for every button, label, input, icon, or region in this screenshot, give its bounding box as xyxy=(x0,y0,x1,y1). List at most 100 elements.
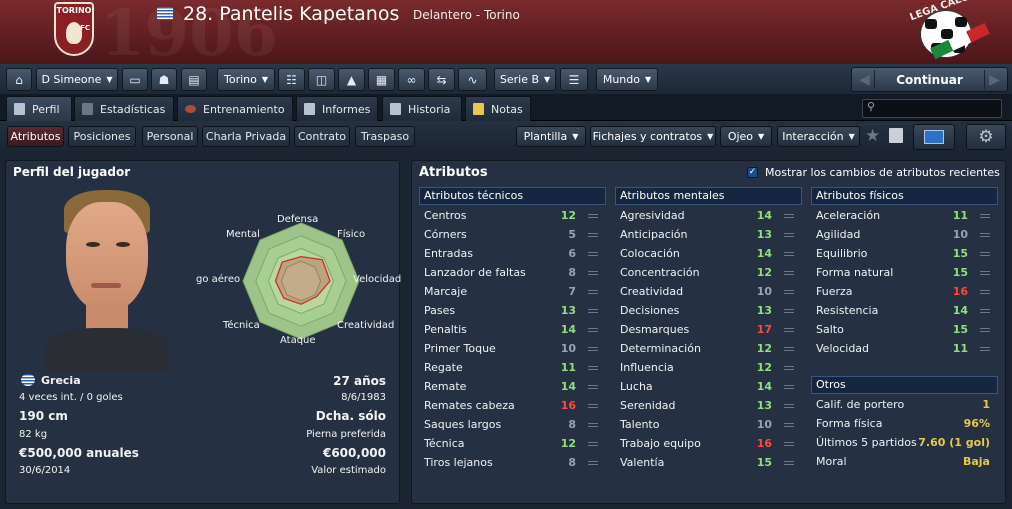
notes-button[interactable]: ▤ xyxy=(181,68,207,91)
attribute-row[interactable]: Calif. de portero 1 xyxy=(811,395,998,414)
attribute-row[interactable]: Últimos 5 partidos 7.60 (1 gol) xyxy=(811,433,998,452)
club-dropdown[interactable]: Torino ▼ xyxy=(217,68,275,91)
recent-changes-checkbox[interactable]: ✓ xyxy=(747,167,758,178)
tab-notas[interactable]: Notas xyxy=(465,96,531,121)
attribute-row[interactable]: Lanzador de faltas 8 xyxy=(419,263,606,282)
attribute-name: Creatividad xyxy=(620,285,684,298)
transfers-button[interactable]: ⇆ xyxy=(428,68,455,91)
subtab-contrato[interactable]: Contrato xyxy=(294,126,350,147)
plantilla-dropdown[interactable]: Plantilla ▼ xyxy=(516,126,586,147)
subtab-personal[interactable]: Personal xyxy=(142,126,198,147)
note-add-icon[interactable] xyxy=(889,128,903,143)
chevron-down-icon: ▼ xyxy=(261,75,269,84)
ojeo-dropdown[interactable]: Ojeo ▼ xyxy=(720,126,772,147)
attribute-row[interactable]: Trabajo equipo 16 xyxy=(615,434,802,453)
manager-dropdown[interactable]: D Simeone ▼ xyxy=(36,68,118,91)
continue-button[interactable]: ◀ Continuar ▶ xyxy=(851,67,1008,92)
radar-label-tr: Físico xyxy=(337,229,366,240)
tactics-button[interactable]: ◫ xyxy=(308,68,335,91)
attribute-row[interactable]: Anticipación 13 xyxy=(615,225,802,244)
attribute-row[interactable]: Saques largos 8 xyxy=(419,415,606,434)
subtab-atributos[interactable]: Atributos xyxy=(7,126,64,147)
home-button[interactable]: ⌂ xyxy=(6,68,32,91)
finances-button[interactable]: ∿ xyxy=(458,68,487,91)
attribute-row[interactable]: Tiros lejanos 8 xyxy=(419,453,606,472)
attribute-row[interactable]: Entradas 6 xyxy=(419,244,606,263)
attribute-row[interactable]: Córners 5 xyxy=(419,225,606,244)
tab-historia[interactable]: Historia xyxy=(382,96,462,121)
chevron-down-icon: ▼ xyxy=(544,75,551,84)
attribute-row[interactable]: Agilidad 10 xyxy=(811,225,998,244)
league-dropdown[interactable]: Serie B ▼ xyxy=(494,68,556,91)
back-icon[interactable]: ◀ xyxy=(855,70,875,89)
attribute-row[interactable]: Determinación 12 xyxy=(615,339,802,358)
attribute-value: 10 xyxy=(756,418,772,431)
subtab-posiciones[interactable]: Posiciones xyxy=(68,126,136,147)
league-table-button[interactable]: ☰ xyxy=(560,68,588,91)
world-dropdown[interactable]: Mundo ▼ xyxy=(596,68,658,91)
attribute-row[interactable]: Fuerza 16 xyxy=(811,282,998,301)
subtab-traspaso[interactable]: Traspaso xyxy=(355,126,415,147)
attribute-row[interactable]: Marcaje 7 xyxy=(419,282,606,301)
interaccion-dropdown[interactable]: Interacción ▼ xyxy=(777,126,860,147)
attribute-row[interactable]: Desmarques 17 xyxy=(615,320,802,339)
attribute-row[interactable]: Serenidad 13 xyxy=(615,396,802,415)
tab-label: Notas xyxy=(491,102,523,116)
fichajes-dropdown[interactable]: Fichajes y contratos ▼ xyxy=(590,126,716,147)
attribute-row[interactable]: Técnica 12 xyxy=(419,434,606,453)
attribute-row[interactable]: Resistencia 14 xyxy=(811,301,998,320)
attribute-row[interactable]: Agresividad 14 xyxy=(615,206,802,225)
attribute-row[interactable]: Creatividad 10 xyxy=(615,282,802,301)
club-crest-icon[interactable]: TORINO FC xyxy=(54,2,94,56)
attribute-row[interactable]: Decisiones 13 xyxy=(615,301,802,320)
radar-label-top: Defensa xyxy=(277,214,319,225)
tab-perfil[interactable]: Perfil xyxy=(6,96,72,121)
attribute-row[interactable]: Salto 15 xyxy=(811,320,998,339)
attribute-row[interactable]: Remate 14 xyxy=(419,377,606,396)
inbox-button[interactable]: ▭ xyxy=(122,68,148,91)
attribute-row[interactable]: Remates cabeza 16 xyxy=(419,396,606,415)
attribute-row[interactable]: Lucha 14 xyxy=(615,377,802,396)
attribute-row[interactable]: Primer Toque 10 xyxy=(419,339,606,358)
attribute-row[interactable]: Influencia 12 xyxy=(615,358,802,377)
attribute-row[interactable]: Moral Baja xyxy=(811,452,998,471)
attribute-row[interactable]: Forma física 96% xyxy=(811,414,998,433)
attribute-row[interactable]: Concentración 12 xyxy=(615,263,802,282)
tab-informes[interactable]: Informes xyxy=(296,96,378,121)
attribute-row[interactable]: Forma natural 15 xyxy=(811,263,998,282)
attribute-row[interactable]: Talento 10 xyxy=(615,415,802,434)
attribute-row[interactable]: Pases 13 xyxy=(419,301,606,320)
staff-button[interactable]: ☗ xyxy=(151,68,177,91)
scouting-button[interactable]: ∞ xyxy=(398,68,425,91)
tab-estadisticas[interactable]: Estadísticas xyxy=(74,96,174,121)
attribute-name: Regate xyxy=(424,361,463,374)
attribute-row[interactable]: Valentía 15 xyxy=(615,453,802,472)
attribute-name: Calif. de portero xyxy=(816,398,905,411)
search-input[interactable]: ⚲ xyxy=(862,99,1002,118)
attribute-name: Serenidad xyxy=(620,399,676,412)
fixtures-button[interactable]: ▦ xyxy=(368,68,395,91)
attribute-row[interactable]: Penaltis 14 xyxy=(419,320,606,339)
profile-title: Perfil del jugador xyxy=(13,165,131,179)
attribute-value: 17 xyxy=(756,323,772,336)
attribute-value: 6 xyxy=(568,247,576,260)
attribute-row[interactable]: Aceleración 11 xyxy=(811,206,998,225)
star-icon[interactable]: ★ xyxy=(865,126,880,146)
view-toggle-button[interactable] xyxy=(913,124,955,150)
trend-indicator-icon xyxy=(784,460,794,465)
attribute-value: 8 xyxy=(568,418,576,431)
trend-indicator-icon xyxy=(588,441,598,446)
attribute-row[interactable]: Velocidad 11 xyxy=(811,339,998,358)
training-button[interactable]: ▲ xyxy=(338,68,365,91)
attribute-row[interactable]: Regate 11 xyxy=(419,358,606,377)
estimated-value: €600,000 xyxy=(322,446,386,460)
tab-entrenamiento[interactable]: Entrenamiento xyxy=(177,96,293,121)
settings-button[interactable]: ⚙ xyxy=(966,124,1006,150)
forward-icon[interactable]: ▶ xyxy=(984,70,1004,89)
attribute-row[interactable]: Equilibrio 15 xyxy=(811,244,998,263)
radar-label-br: Creatividad xyxy=(337,320,395,331)
attribute-row[interactable]: Colocación 14 xyxy=(615,244,802,263)
subtab-charla-privada[interactable]: Charla Privada xyxy=(202,126,290,147)
attribute-row[interactable]: Centros 12 xyxy=(419,206,606,225)
squad-button[interactable]: ☷ xyxy=(278,68,305,91)
